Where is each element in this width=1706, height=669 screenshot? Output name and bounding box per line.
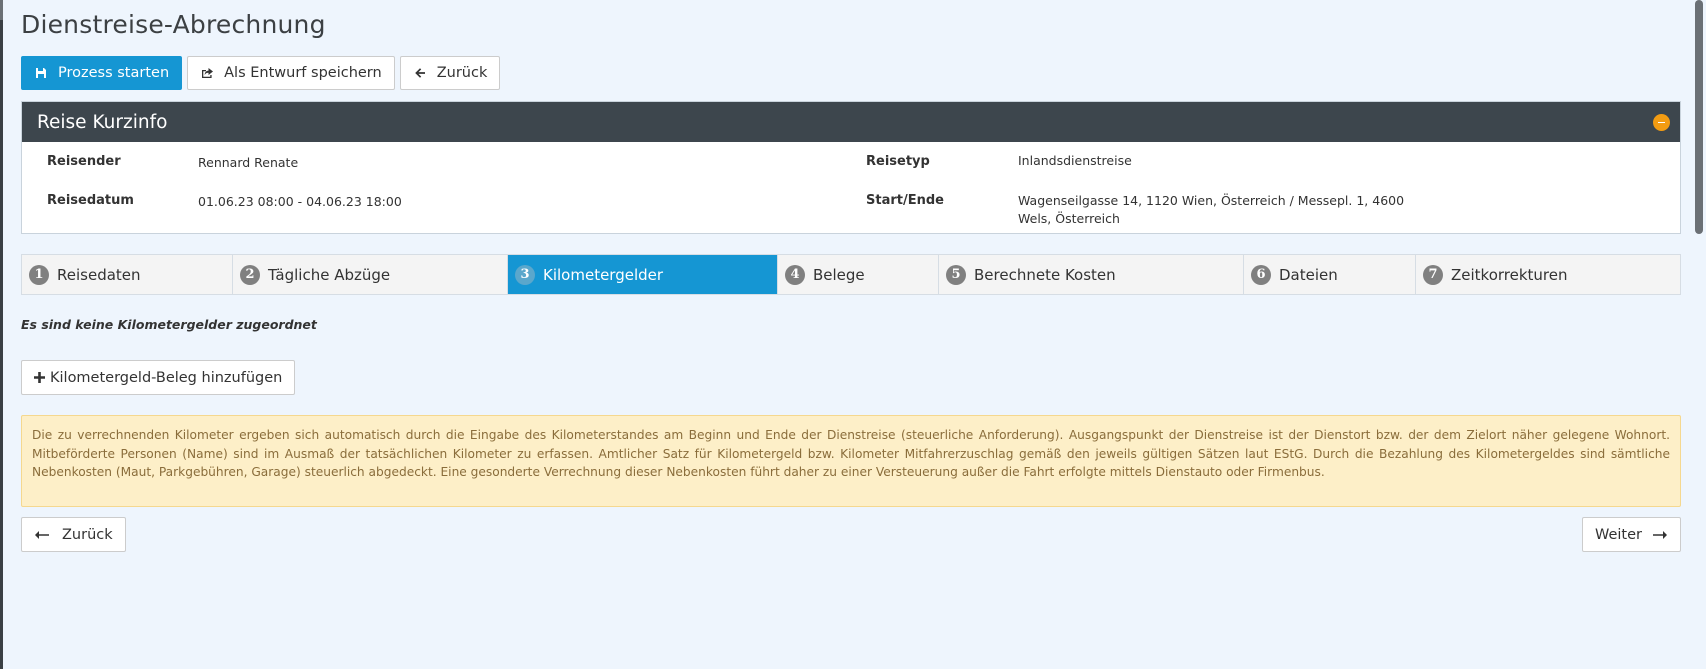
traveler-label: Reisender: [47, 154, 121, 169]
step-reisedaten[interactable]: 1 Reisedaten: [22, 255, 233, 294]
save-draft-button[interactable]: Als Entwurf speichern: [187, 56, 395, 90]
share-icon: [200, 66, 214, 80]
step-label: Zeitkorrekturen: [1451, 265, 1568, 284]
travel-date-label: Reisedatum: [47, 193, 134, 208]
step-dateien[interactable]: 6 Dateien: [1244, 255, 1416, 294]
window-edge: [0, 0, 3, 669]
step-number: 6: [1251, 264, 1271, 285]
start-process-label: Prozess starten: [58, 65, 170, 81]
wizard-steps: 1 Reisedaten 2 Tägliche Abzüge 3 Kilomet…: [21, 254, 1681, 295]
save-icon: [34, 66, 48, 80]
traveler-value: Rennard Renate: [198, 155, 299, 170]
trip-info-panel: Reise Kurzinfo Reisender Rennard Renate …: [21, 101, 1681, 234]
back-label: Zurück: [436, 65, 488, 81]
start-end-value-line1: Wagenseilgasse 14, 1120 Wien, Österreich…: [1018, 193, 1405, 208]
add-mileage-receipt-button[interactable]: Kilometergeld-Beleg hinzufügen: [21, 360, 296, 395]
long-arrow-left-icon: [34, 528, 50, 542]
collapse-button[interactable]: [1653, 114, 1670, 131]
panel-title: Reise Kurzinfo: [37, 111, 168, 133]
travel-type-value: Inlandsdienstreise: [1018, 153, 1132, 168]
minus-icon: [1658, 121, 1665, 124]
scrollbar-thumb[interactable]: [1695, 0, 1703, 234]
nav-next-label: Weiter: [1594, 526, 1642, 543]
step-label: Reisedaten: [57, 265, 141, 284]
long-arrow-right-icon: [1652, 528, 1668, 542]
step-number: 2: [240, 264, 260, 285]
scrollbar[interactable]: [1692, 0, 1706, 669]
add-mileage-receipt-label: Kilometergeld-Beleg hinzufügen: [50, 369, 283, 386]
travel-type-label: Reisetyp: [866, 154, 930, 169]
page-title: Dienstreise-Abrechnung: [21, 10, 326, 39]
nav-back-button[interactable]: Zurück: [21, 517, 126, 552]
start-end-value-line2: Wels, Österreich: [1018, 211, 1120, 226]
travel-date-value: 01.06.23 08:00 - 04.06.23 18:00: [198, 194, 402, 209]
info-alert: Die zu verrechnenden Kilometer ergeben s…: [21, 415, 1681, 507]
step-berechnete-kosten[interactable]: 5 Berechnete Kosten: [939, 255, 1244, 294]
step-label: Berechnete Kosten: [974, 265, 1116, 284]
step-belege[interactable]: 4 Belege: [778, 255, 939, 294]
step-taegliche-abzuege[interactable]: 2 Tägliche Abzüge: [233, 255, 508, 294]
start-process-button[interactable]: Prozess starten: [21, 56, 183, 90]
step-label: Dateien: [1279, 265, 1338, 284]
plus-icon: [34, 371, 45, 385]
step-kilometergelder[interactable]: 3 Kilometergelder: [508, 255, 778, 294]
step-number: 1: [29, 264, 49, 285]
save-draft-label: Als Entwurf speichern: [224, 65, 382, 81]
nav-next-button[interactable]: Weiter: [1581, 517, 1681, 552]
nav-back-label: Zurück: [62, 526, 113, 543]
arrow-left-icon: [413, 66, 427, 80]
step-number: 4: [785, 264, 805, 285]
step-number: 5: [946, 264, 966, 285]
start-end-label: Start/Ende: [866, 193, 944, 208]
step-label: Kilometergelder: [543, 265, 664, 284]
back-button[interactable]: Zurück: [399, 56, 501, 90]
panel-header: Reise Kurzinfo: [22, 102, 1680, 142]
step-label: Belege: [813, 265, 865, 284]
step-label: Tägliche Abzüge: [268, 265, 391, 284]
toolbar: Prozess starten Als Entwurf speichern Zu…: [21, 56, 501, 90]
empty-message: Es sind keine Kilometergelder zugeordnet: [21, 317, 317, 332]
step-number: 3: [515, 264, 535, 285]
step-zeitkorrekturen[interactable]: 7 Zeitkorrekturen: [1416, 255, 1680, 294]
step-number: 7: [1423, 264, 1443, 285]
